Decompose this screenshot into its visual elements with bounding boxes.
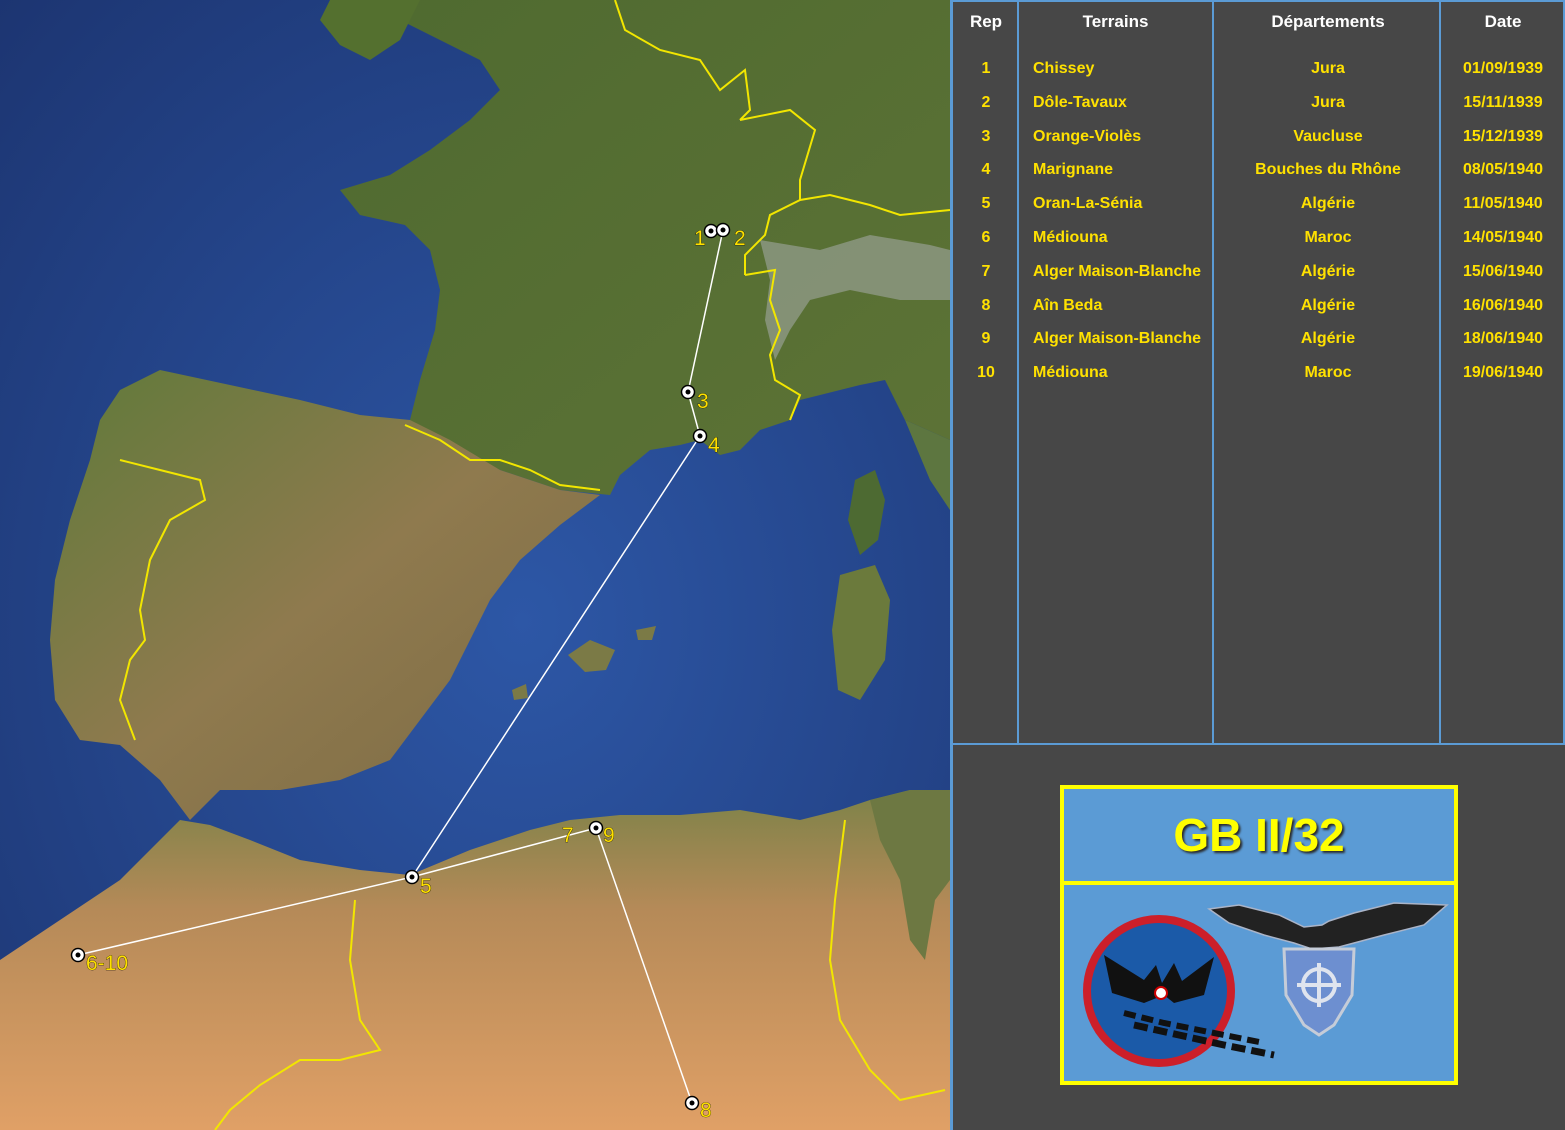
airfields-table: Rep Terrains Départements Date 1 Chissey J… bbox=[953, 0, 1565, 745]
row-rep: 4 bbox=[981, 161, 991, 179]
table-row: 5 Oran-La-Sénia Algérie 11/05/1940 bbox=[953, 195, 1563, 229]
satellite-map[interactable]: 1 2 3 4 5 6-10 7 9 8 bbox=[0, 0, 950, 1130]
row-departement: Maroc bbox=[1304, 364, 1352, 382]
header-departements: Départements bbox=[1271, 12, 1385, 31]
row-departement: Jura bbox=[1311, 93, 1345, 111]
table-row: 6 Médiouna Maroc 14/05/1940 bbox=[953, 229, 1563, 263]
row-rep: 2 bbox=[981, 93, 991, 111]
row-date: 11/05/1940 bbox=[1463, 195, 1543, 213]
row-terrain: Dôle-Tavaux bbox=[1033, 93, 1127, 111]
airfield-marker-label: 4 bbox=[708, 434, 720, 457]
airfield-marker-dot bbox=[720, 227, 726, 233]
red-ring-eagle-badge-icon bbox=[1083, 915, 1275, 1067]
header-date: Date bbox=[1484, 12, 1522, 31]
row-terrain: Marignane bbox=[1033, 161, 1114, 179]
row-departement: Vaucluse bbox=[1293, 127, 1363, 145]
row-rep: 10 bbox=[977, 364, 995, 382]
row-rep: 3 bbox=[981, 127, 991, 145]
row-rep: 9 bbox=[981, 330, 991, 348]
header-rep: Rep bbox=[969, 12, 1003, 31]
row-departement: Algérie bbox=[1300, 296, 1356, 314]
table-row: 10 Médiouna Maroc 19/06/1940 bbox=[953, 364, 1563, 398]
airfield-marker-dot bbox=[409, 874, 415, 880]
unit-badge-box: GB II/32 bbox=[1060, 785, 1458, 1085]
airfield-marker-dot bbox=[685, 389, 691, 395]
row-date: 15/12/1939 bbox=[1462, 127, 1544, 145]
airfield-marker-label: 8 bbox=[700, 1099, 712, 1122]
row-rep: 8 bbox=[981, 296, 991, 314]
row-departement: Algérie bbox=[1300, 330, 1356, 348]
table-row: 8 Aîn Beda Algérie 16/06/1940 bbox=[953, 297, 1563, 331]
row-departement: Algérie bbox=[1300, 195, 1356, 213]
row-departement: Bouches du Rhône bbox=[1255, 161, 1401, 179]
unit-insignia bbox=[1083, 902, 1449, 1067]
row-date: 18/06/1940 bbox=[1462, 330, 1544, 348]
airfield-marker-label: 7 bbox=[562, 824, 574, 847]
row-terrain: Oran-La-Sénia bbox=[1033, 195, 1143, 213]
row-terrain: Aîn Beda bbox=[1033, 296, 1103, 314]
airfield-marker-dot bbox=[689, 1100, 695, 1106]
row-departement: Jura bbox=[1311, 60, 1345, 77]
info-panel: Rep Terrains Départements Date 1 Chissey J… bbox=[950, 0, 1565, 1130]
row-terrain: Orange-Violès bbox=[1033, 127, 1142, 145]
row-date: 08/05/1940 bbox=[1462, 161, 1544, 179]
airfield-marker-dot bbox=[708, 228, 714, 234]
airfield-marker-label: 2 bbox=[734, 227, 746, 250]
winged-shield-badge-icon bbox=[1206, 902, 1449, 1037]
row-date: 16/06/1940 bbox=[1462, 296, 1544, 314]
row-terrain: Alger Maison-Blanche bbox=[1033, 330, 1202, 348]
table-row: 1 Chissey Jura 01/09/1939 bbox=[953, 60, 1563, 94]
header-terrains: Terrains bbox=[1082, 12, 1149, 31]
row-rep: 5 bbox=[981, 195, 991, 213]
row-terrain: Alger Maison-Blanche bbox=[1033, 262, 1202, 280]
row-rep: 6 bbox=[981, 229, 991, 246]
row-date: 19/06/1940 bbox=[1462, 364, 1544, 382]
table-row: 7 Alger Maison-Blanche Algérie 15/06/1940 bbox=[953, 263, 1563, 297]
row-terrain: Médiouna bbox=[1033, 229, 1108, 246]
row-date: 15/11/1939 bbox=[1463, 93, 1543, 111]
unit-title: GB II/32 bbox=[1064, 789, 1454, 885]
airfield-marker-label: 1 bbox=[694, 227, 706, 250]
airfield-marker-dot bbox=[593, 825, 599, 831]
airfield-marker-dot bbox=[697, 433, 703, 439]
row-rep: 1 bbox=[981, 60, 991, 77]
airfield-marker-label: 3 bbox=[697, 390, 709, 413]
row-terrain: Chissey bbox=[1033, 60, 1095, 77]
row-date: 14/05/1940 bbox=[1462, 229, 1544, 246]
row-rep: 7 bbox=[981, 262, 991, 280]
airfield-marker-dot bbox=[75, 952, 81, 958]
table-row: 9 Alger Maison-Blanche Algérie 18/06/1940 bbox=[953, 330, 1563, 364]
row-terrain: Médiouna bbox=[1033, 364, 1108, 382]
table-row: 4 Marignane Bouches du Rhône 08/05/1940 bbox=[953, 161, 1563, 195]
row-departement: Maroc bbox=[1304, 229, 1352, 246]
airfield-marker-label: 6-10 bbox=[86, 952, 128, 975]
table-row: 2 Dôle-Tavaux Jura 15/11/1939 bbox=[953, 94, 1563, 128]
table-row: 3 Orange-Violès Vaucluse 15/12/1939 bbox=[953, 128, 1563, 162]
row-date: 15/06/1940 bbox=[1462, 262, 1544, 280]
row-date: 01/09/1939 bbox=[1462, 60, 1544, 77]
row-departement: Algérie bbox=[1300, 262, 1356, 280]
airfield-marker-label: 5 bbox=[420, 875, 432, 898]
airfield-marker-label: 9 bbox=[603, 824, 615, 847]
